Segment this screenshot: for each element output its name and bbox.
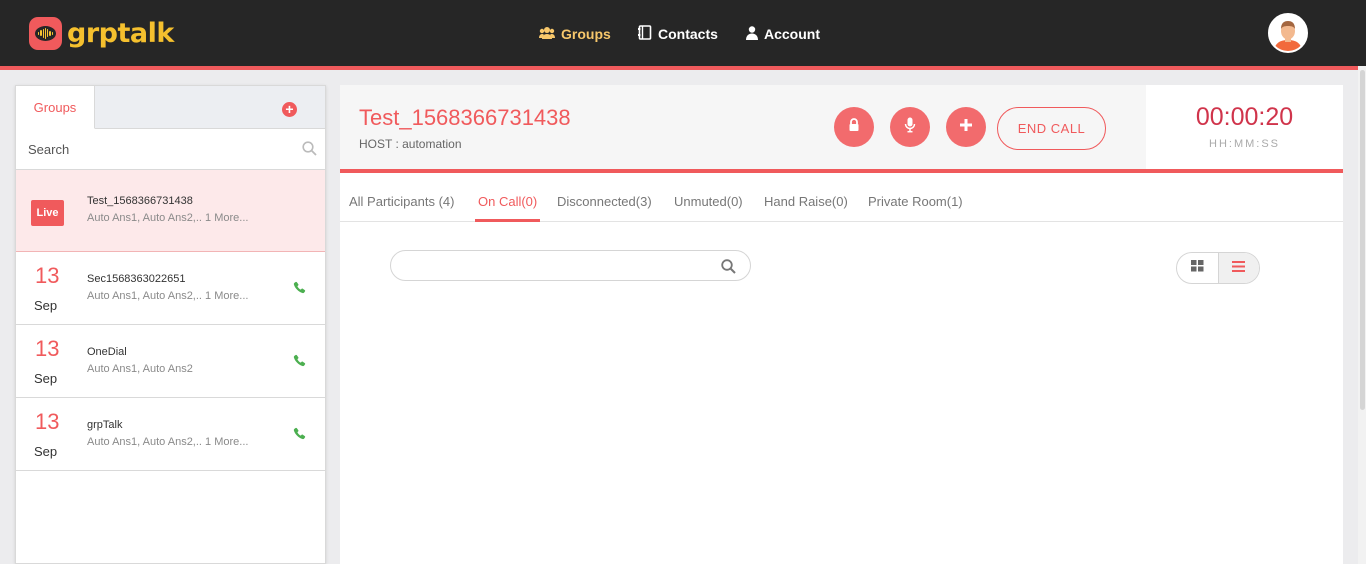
group-members: Auto Ans1, Auto Ans2,.. 1 More...: [87, 290, 249, 302]
page-scrollbar-thumb[interactable]: [1360, 70, 1365, 410]
groups-panel: Groups + Live Test_1568366731438 Auto An…: [15, 85, 326, 564]
participant-search-input[interactable]: [390, 250, 751, 281]
live-badge: Live: [31, 200, 64, 226]
view-toggle: [1176, 252, 1260, 284]
group-members: Auto Ans1, Auto Ans2,.. 1 More...: [87, 212, 249, 224]
nav-groups[interactable]: Groups: [539, 24, 611, 44]
user-icon: [746, 25, 758, 43]
search-icon[interactable]: [302, 141, 317, 161]
group-date-day: 13: [35, 409, 60, 434]
tab-all-participants[interactable]: All Participants (4): [349, 194, 454, 222]
nav-contacts-label: Contacts: [658, 26, 718, 42]
timer-format: HH:MM:SS: [1209, 138, 1280, 150]
plus-icon: [960, 118, 972, 136]
group-name: grpTalk: [87, 419, 123, 431]
group-list-item[interactable]: 13 Sep grpTalk Auto Ans1, Auto Ans2,.. 1…: [16, 398, 325, 471]
tab-groups[interactable]: Groups: [16, 86, 95, 129]
grid-icon: [1190, 259, 1204, 277]
call-header: Test_1568366731438 HOST : automation END…: [340, 85, 1146, 169]
tab-private-room[interactable]: Private Room(1): [868, 194, 963, 222]
lock-button[interactable]: [834, 107, 874, 147]
list-view-button[interactable]: [1217, 253, 1259, 283]
group-list-item[interactable]: Live Test_1568366731438 Auto Ans1, Auto …: [16, 170, 325, 252]
groups-panel-header: Groups +: [16, 86, 325, 129]
group-date-day: 13: [35, 263, 60, 288]
nav-contacts[interactable]: Contacts: [638, 24, 718, 44]
group-search-input[interactable]: [16, 129, 286, 169]
lock-icon: [848, 118, 860, 136]
nav-groups-label: Groups: [561, 26, 611, 42]
end-call-button[interactable]: END CALL: [997, 107, 1106, 150]
participant-tabs: All Participants (4) On Call(0) Disconne…: [340, 173, 1343, 222]
mic-icon: [904, 117, 916, 138]
group-date-month: Sep: [34, 444, 58, 459]
group-members: Auto Ans1, Auto Ans2: [87, 363, 193, 375]
group-date-month: Sep: [34, 371, 58, 386]
phone-icon[interactable]: [293, 281, 306, 299]
list-icon: [1232, 259, 1246, 277]
call-host: HOST : automation: [359, 137, 462, 151]
tab-hand-raise[interactable]: Hand Raise(0): [764, 194, 848, 222]
phone-icon[interactable]: [293, 427, 306, 445]
top-navbar: grptalk Groups Contacts Account: [0, 0, 1366, 66]
group-search: [16, 129, 325, 170]
topbar-accent-line: [0, 66, 1358, 70]
group-date-month: Sep: [34, 298, 58, 313]
group-name: Test_1568366731438: [87, 195, 193, 207]
app-logo[interactable]: grptalk: [29, 15, 174, 51]
call-timer-box: 00:00:20 HH:MM:SS: [1146, 85, 1343, 169]
add-participant-button[interactable]: [946, 107, 986, 147]
group-list-item[interactable]: 13 Sep OneDial Auto Ans1, Auto Ans2: [16, 325, 325, 398]
tab-on-call[interactable]: On Call(0): [475, 194, 541, 222]
tab-unmuted[interactable]: Unmuted(0): [674, 194, 743, 222]
call-panel: Test_1568366731438 HOST : automation END…: [340, 85, 1343, 564]
search-icon[interactable]: [721, 259, 736, 279]
nav-account[interactable]: Account: [746, 24, 820, 44]
group-list-item[interactable]: 13 Sep Sec1568363022651 Auto Ans1, Auto …: [16, 252, 325, 325]
tab-disconnected[interactable]: Disconnected(3): [557, 194, 652, 222]
group-name: Sec1568363022651: [87, 273, 186, 285]
users-icon: [539, 26, 555, 43]
add-group-icon[interactable]: +: [282, 102, 297, 117]
logo-icon: [29, 16, 62, 50]
group-date-day: 13: [35, 336, 60, 361]
avatar[interactable]: [1268, 13, 1308, 53]
group-name: OneDial: [87, 346, 127, 358]
call-title: Test_1568366731438: [359, 105, 571, 130]
call-timer: 00:00:20: [1195, 103, 1294, 131]
mute-button[interactable]: [890, 107, 930, 147]
nav-account-label: Account: [764, 26, 820, 42]
logo-text: grptalk: [67, 17, 174, 49]
phone-icon[interactable]: [293, 354, 306, 372]
group-members: Auto Ans1, Auto Ans2,.. 1 More...: [87, 436, 249, 448]
grid-view-button[interactable]: [1177, 253, 1218, 283]
contacts-book-icon: [638, 25, 652, 43]
